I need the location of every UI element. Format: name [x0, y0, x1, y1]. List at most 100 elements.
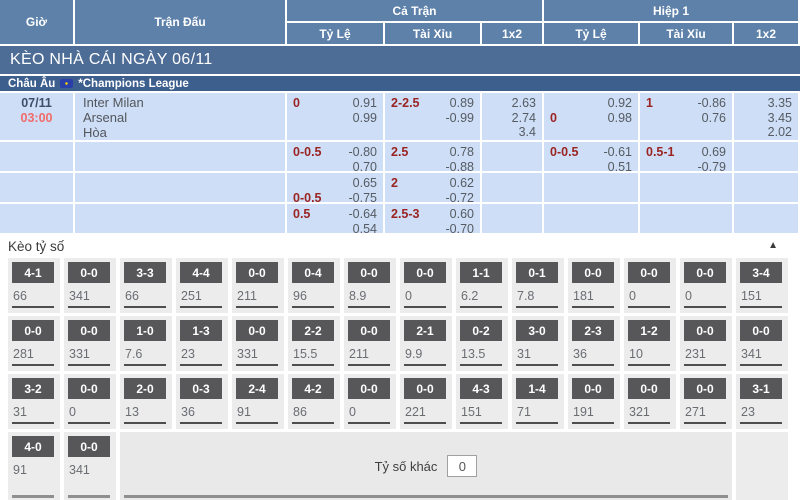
odds-value[interactable]: 3.4: [519, 125, 536, 139]
score-chip[interactable]: 2-0: [124, 378, 166, 399]
score-chip[interactable]: 0-0: [68, 378, 110, 399]
stake-input-line[interactable]: [460, 364, 502, 366]
score-chip[interactable]: 3-2: [12, 378, 54, 399]
stake-input-line[interactable]: [628, 306, 670, 308]
stake-input-line[interactable]: [12, 306, 54, 308]
odds-value[interactable]: -0.86: [698, 96, 727, 110]
stake-input-line[interactable]: [348, 306, 390, 308]
score-chip[interactable]: 0-0: [572, 378, 614, 399]
odds-value[interactable]: 0.51: [608, 160, 632, 171]
score-chip[interactable]: 0-0: [572, 262, 614, 283]
score-chip[interactable]: 2-4: [236, 378, 278, 399]
score-chip[interactable]: 4-2: [292, 378, 334, 399]
odds-value[interactable]: 0.70: [353, 160, 377, 171]
score-chip[interactable]: 0-0: [348, 320, 390, 341]
stake-input-line[interactable]: [180, 422, 222, 424]
score-chip[interactable]: 0-0: [684, 262, 726, 283]
score-chip[interactable]: 0-0: [628, 262, 670, 283]
score-chip[interactable]: 0-0: [684, 320, 726, 341]
stake-input-line[interactable]: [12, 422, 54, 424]
odds-value[interactable]: 0.76: [702, 111, 726, 125]
score-chip[interactable]: 0-0: [684, 378, 726, 399]
stake-input-line[interactable]: [12, 364, 54, 366]
stake-input-line[interactable]: [124, 364, 166, 366]
score-chip[interactable]: 1-4: [516, 378, 558, 399]
stake-input-line[interactable]: [124, 495, 728, 498]
odds-value[interactable]: 0.65: [353, 176, 377, 190]
stake-input-line[interactable]: [68, 364, 110, 366]
odds-value[interactable]: 0.69: [702, 145, 726, 159]
odds-value[interactable]: 2.02: [768, 125, 792, 139]
odds-value[interactable]: 0.99: [353, 111, 377, 125]
score-chip[interactable]: 0-0: [236, 262, 278, 283]
stake-input-line[interactable]: [68, 422, 110, 424]
stake-input-line[interactable]: [68, 495, 110, 498]
odds-value[interactable]: -0.70: [446, 222, 475, 233]
stake-input-line[interactable]: [236, 422, 278, 424]
score-chip[interactable]: 1-0: [124, 320, 166, 341]
other-score-input[interactable]: [447, 455, 477, 477]
stake-input-line[interactable]: [124, 306, 166, 308]
score-chip[interactable]: 0-4: [292, 262, 334, 283]
score-chip[interactable]: 0-0: [404, 262, 446, 283]
collapse-chevron-up-icon[interactable]: ▲: [768, 240, 778, 251]
odds-value[interactable]: -0.79: [698, 160, 727, 171]
score-chip[interactable]: 0-0: [68, 262, 110, 283]
stake-input-line[interactable]: [628, 364, 670, 366]
odds-value[interactable]: -0.88: [446, 160, 475, 171]
stake-input-line[interactable]: [740, 364, 782, 366]
score-chip[interactable]: 0-2: [460, 320, 502, 341]
odds-value[interactable]: 2.63: [512, 96, 536, 110]
odds-value[interactable]: 0.89: [450, 96, 474, 110]
stake-input-line[interactable]: [68, 306, 110, 308]
stake-input-line[interactable]: [404, 364, 446, 366]
odds-value[interactable]: -0.75: [349, 191, 378, 202]
score-chip[interactable]: 0-1: [516, 262, 558, 283]
stake-input-line[interactable]: [180, 364, 222, 366]
odds-value[interactable]: -0.99: [446, 111, 475, 125]
score-chip[interactable]: 0-0: [12, 320, 54, 341]
stake-input-line[interactable]: [348, 364, 390, 366]
odds-value[interactable]: 0.62: [450, 176, 474, 190]
stake-input-line[interactable]: [460, 306, 502, 308]
odds-value[interactable]: -0.64: [349, 207, 378, 221]
score-chip[interactable]: 4-3: [460, 378, 502, 399]
odds-value[interactable]: 2.74: [512, 111, 536, 125]
odds-value[interactable]: -0.80: [349, 145, 378, 159]
score-chip[interactable]: 0-0: [628, 378, 670, 399]
stake-input-line[interactable]: [236, 364, 278, 366]
stake-input-line[interactable]: [292, 306, 334, 308]
score-chip[interactable]: 0-0: [404, 378, 446, 399]
stake-input-line[interactable]: [684, 422, 726, 424]
score-chip[interactable]: 1-3: [180, 320, 222, 341]
odds-value[interactable]: 0.92: [608, 96, 632, 110]
stake-input-line[interactable]: [404, 306, 446, 308]
stake-input-line[interactable]: [460, 422, 502, 424]
odds-value[interactable]: -0.72: [446, 191, 475, 202]
stake-input-line[interactable]: [404, 422, 446, 424]
stake-input-line[interactable]: [516, 422, 558, 424]
odds-value[interactable]: 0.60: [450, 207, 474, 221]
stake-input-line[interactable]: [516, 364, 558, 366]
stake-input-line[interactable]: [572, 422, 614, 424]
score-chip[interactable]: 4-0: [12, 436, 54, 457]
score-chip[interactable]: 0-0: [348, 378, 390, 399]
stake-input-line[interactable]: [12, 495, 54, 498]
score-chip[interactable]: 0-0: [348, 262, 390, 283]
score-chip[interactable]: 0-0: [740, 320, 782, 341]
score-chip[interactable]: 3-1: [740, 378, 782, 399]
stake-input-line[interactable]: [292, 364, 334, 366]
odds-value[interactable]: 3.45: [768, 111, 792, 125]
score-chip[interactable]: 0-3: [180, 378, 222, 399]
stake-input-line[interactable]: [572, 364, 614, 366]
stake-input-line[interactable]: [516, 306, 558, 308]
odds-value[interactable]: 3.35: [768, 96, 792, 110]
stake-input-line[interactable]: [124, 422, 166, 424]
stake-input-line[interactable]: [292, 422, 334, 424]
stake-input-line[interactable]: [740, 306, 782, 308]
score-chip[interactable]: 3-4: [740, 262, 782, 283]
score-chip[interactable]: 4-1: [12, 262, 54, 283]
score-chip[interactable]: 2-3: [572, 320, 614, 341]
stake-input-line[interactable]: [684, 364, 726, 366]
score-chip[interactable]: 0-0: [68, 320, 110, 341]
